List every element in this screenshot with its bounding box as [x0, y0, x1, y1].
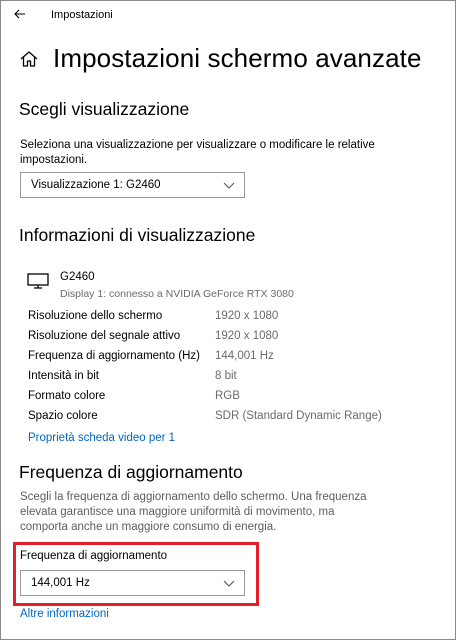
back-arrow-icon: [14, 9, 25, 19]
info-label: Risoluzione dello schermo: [28, 310, 163, 322]
display-info-heading: Informazioni di visualizzazione: [19, 225, 256, 245]
choose-display-description: Seleziona una visualizzazione per visual…: [20, 139, 375, 166]
refresh-rate-heading: Frequenza di aggiornamento: [19, 462, 243, 482]
choose-display-heading: Scegli visualizzazione: [19, 99, 190, 119]
monitor-subtitle: Display 1: connesso a NVIDIA GeForce RTX…: [60, 288, 294, 300]
refresh-rate-description: Scegli la frequenza di aggiornamento del…: [20, 491, 367, 533]
display-select-value: Visualizzazione 1: G2460: [31, 179, 161, 191]
settings-window: Impostazioni Impostazioni schermo avanza…: [0, 0, 456, 640]
app-title: Impostazioni: [51, 9, 113, 21]
info-label: Intensità in bit: [28, 370, 99, 382]
display-select[interactable]: Visualizzazione 1: G2460: [20, 172, 245, 198]
chevron-down-icon: [223, 580, 235, 587]
page-title: Impostazioni schermo avanzate: [53, 43, 422, 73]
info-value: 8 bit: [215, 370, 237, 382]
info-value: SDR (Standard Dynamic Range): [215, 410, 382, 422]
info-value: 1920 x 1080: [215, 310, 279, 322]
home-icon: [19, 48, 41, 70]
info-value: 1920 x 1080: [215, 330, 279, 342]
monitor-icon: [27, 273, 49, 289]
info-label: Risoluzione del segnale attivo: [28, 330, 181, 342]
page-header: Impostazioni schermo avanzate: [19, 43, 422, 74]
chevron-down-icon: [223, 182, 235, 189]
refresh-rate-label: Frequenza di aggiornamento: [20, 550, 168, 562]
more-info-link[interactable]: Altre informazioni: [20, 608, 109, 620]
info-value: RGB: [215, 390, 240, 402]
adapter-properties-link[interactable]: Proprietà scheda video per 1: [28, 432, 175, 444]
monitor-name: G2460: [60, 271, 95, 283]
back-button[interactable]: [9, 5, 31, 23]
refresh-rate-value: 144,001 Hz: [31, 577, 90, 589]
info-value: 144,001 Hz: [215, 350, 274, 362]
info-label: Frequenza di aggiornamento (Hz): [28, 350, 200, 362]
info-label: Spazio colore: [28, 410, 98, 422]
info-label: Formato colore: [28, 390, 106, 402]
title-bar: Impostazioni: [1, 1, 455, 29]
refresh-rate-select[interactable]: 144,001 Hz: [20, 570, 245, 596]
